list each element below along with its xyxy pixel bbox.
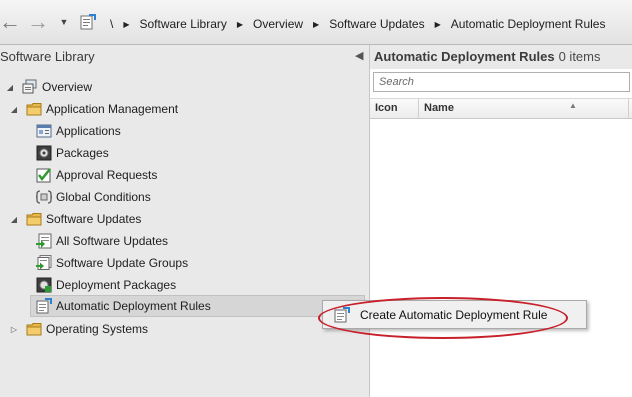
column-header-name-label: Name [424,102,454,114]
software-updates-icon [36,233,52,249]
navigation-pane: Software Library ◀ ◢ Overview ◢ Applicat… [0,45,370,397]
collapsed-expand-icon[interactable]: ▷ [8,325,20,334]
sort-ascending-icon: ▲ [569,101,577,110]
tree-item-automatic-deployment-rules[interactable]: Automatic Deployment Rules [30,295,365,317]
tree-item-label: Software Updates [46,212,142,226]
expand-icon[interactable]: ◢ [4,83,16,92]
collapse-pane-icon[interactable]: ◀ [355,49,363,62]
tree-item-applications[interactable]: Applications [36,120,121,142]
tree-item-label: Deployment Packages [56,278,177,292]
tree-item-label: All Software Updates [56,234,169,248]
tree-item-operating-systems[interactable]: ▷ Operating Systems [8,318,148,340]
tree-item-label: Applications [56,124,121,138]
context-menu: Create Automatic Deployment Rule [322,300,587,329]
menu-item-label: Create Automatic Deployment Rule [360,307,548,322]
column-header-icon[interactable]: Icon [370,99,419,118]
breadcrumb-overview[interactable]: Overview [253,17,303,31]
breadcrumb-separator-icon[interactable]: ▶ [123,20,129,29]
tree-item-label: Operating Systems [46,322,149,336]
item-count: 0 items [558,49,601,64]
column-headers: Icon Name ▲ [370,98,632,119]
tree-item-application-management[interactable]: ◢ Application Management [8,98,178,120]
approval-requests-icon [36,168,51,183]
tree-item-label: Packages [56,146,109,160]
breadcrumb-separator-icon[interactable]: ▶ [237,20,243,29]
tree-item-overview[interactable]: ◢ Overview [4,76,92,98]
breadcrumb-software-library[interactable]: Software Library [140,17,227,31]
pane-title: Software Library [0,49,95,64]
tree-item-all-software-updates[interactable]: All Software Updates [36,230,168,252]
tree-item-approval-requests[interactable]: Approval Requests [36,164,157,186]
forward-arrow-icon[interactable]: → [27,9,49,34]
navigation-bar: ← → ▼ \ ▶ Software Library ▶ Overview ▶ … [0,0,632,45]
breadcrumb-automatic-deployment-rules[interactable]: Automatic Deployment Rules [451,17,606,31]
update-groups-icon [36,255,52,270]
breadcrumb-separator-icon[interactable]: ▶ [435,20,441,29]
results-title: Automatic Deployment Rules 0 items [374,49,601,64]
column-header-name[interactable]: Name ▲ [419,99,629,118]
results-pane: Automatic Deployment Rules0 items Icon N… [370,45,632,397]
tree-item-global-conditions[interactable]: Global Conditions [36,186,151,208]
tree-item-software-updates[interactable]: ◢ Software Updates [8,208,141,230]
results-title-text: Automatic Deployment Rules [374,49,555,64]
tree-item-packages[interactable]: Packages [36,142,109,164]
tree-item-deployment-packages[interactable]: Deployment Packages [36,274,176,296]
breadcrumb-separator-icon[interactable]: ▶ [313,20,319,29]
deployment-packages-icon [36,277,52,293]
tree-item-label: Approval Requests [56,168,158,182]
tree-item-label: Overview [42,80,93,94]
tree-item-label: Automatic Deployment Rules [56,299,211,313]
global-conditions-icon [36,190,52,204]
results-header: Automatic Deployment Rules 0 items [370,45,632,69]
tree-item-label: Software Update Groups [56,256,189,270]
breadcrumb: \ ▶ Software Library ▶ Overview ▶ Softwa… [110,15,605,33]
menu-item-create-automatic-deployment-rule[interactable]: Create Automatic Deployment Rule [328,304,582,325]
overview-icon [22,79,37,94]
folder-icon [26,103,42,116]
console-icon [80,14,96,30]
tree-item-label: Global Conditions [56,190,151,204]
search-input[interactable] [373,72,630,92]
expand-icon[interactable]: ◢ [8,105,20,114]
expand-icon[interactable]: ◢ [8,215,20,224]
deployment-rules-icon [36,298,52,314]
folder-icon [26,213,42,226]
applications-icon [36,124,52,138]
packages-icon [36,145,52,161]
breadcrumb-root[interactable]: \ [110,17,113,31]
tree-item-software-update-groups[interactable]: Software Update Groups [36,252,188,274]
deployment-rule-icon [334,306,350,322]
breadcrumb-software-updates[interactable]: Software Updates [329,17,424,31]
chevron-down-icon[interactable]: ▼ [54,11,74,33]
back-arrow-icon[interactable]: ← [0,9,21,34]
tree-item-label: Application Management [46,102,179,116]
folder-icon [26,323,42,336]
